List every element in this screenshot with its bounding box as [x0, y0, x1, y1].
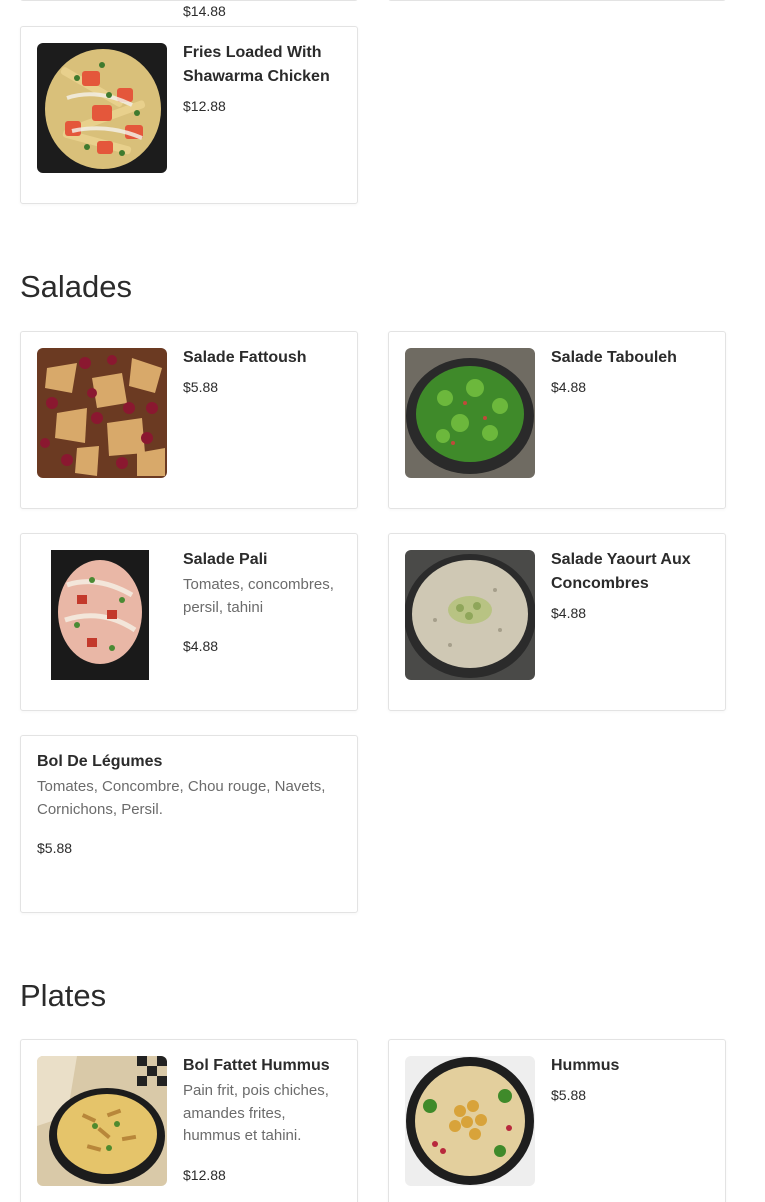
item-price: $5.88: [551, 1087, 587, 1103]
fattoush-photo: [37, 348, 167, 478]
item-name: Salade Yaourt Aux Concombres: [551, 551, 691, 592]
item-price: $12.88: [183, 98, 226, 114]
item-price: $14.88: [183, 3, 226, 19]
tabouleh-photo: [405, 348, 535, 478]
hummus-photo: [405, 1056, 535, 1186]
fattet-hummus-photo: [37, 1056, 167, 1186]
menu-item-card[interactable]: [388, 0, 726, 1]
pali-salad-photo: [37, 550, 167, 680]
item-price: $5.88: [37, 840, 73, 856]
menu-item-card[interactable]: Salade Fattoush $5.88: [20, 331, 358, 509]
loaded-fries-photo: [37, 43, 167, 173]
item-description: Tomates, concombres, persil, tahini: [183, 576, 334, 616]
menu-item-card[interactable]: Bol De Légumes Tomates, Concombre, Chou …: [20, 735, 358, 913]
menu-item-card[interactable]: Salade Tabouleh $4.88: [388, 331, 726, 509]
yogurt-cucumber-photo: [405, 550, 535, 680]
item-price: $4.88: [551, 605, 587, 621]
menu-item-card[interactable]: Salade Yaourt Aux Concombres $4.88: [388, 533, 726, 711]
item-price: $4.88: [551, 379, 587, 395]
item-description: Tomates, Concombre, Chou rouge, Navets, …: [37, 778, 326, 818]
item-price: $12.88: [183, 1166, 226, 1183]
item-price: $4.88: [183, 638, 219, 654]
item-name: Salade Fattoush: [183, 349, 307, 366]
item-name: Salade Tabouleh: [551, 349, 677, 366]
section-title-plates: Plates: [20, 978, 107, 1013]
section-title-salades: Salades: [20, 269, 133, 304]
item-name: Fries Loaded With Shawarma Chicken: [183, 44, 330, 85]
menu-item-card[interactable]: [20, 0, 358, 1]
item-name: Hummus: [551, 1057, 620, 1074]
item-price: $5.88: [183, 379, 219, 395]
menu-item-card[interactable]: Hummus $5.88: [388, 1039, 726, 1202]
item-name: Salade Pali: [183, 551, 268, 568]
item-name: Bol Fattet Hummus: [183, 1057, 330, 1074]
menu-item-card[interactable]: Bol Fattet Hummus Pain frit, pois chiche…: [20, 1039, 358, 1202]
menu-item-card[interactable]: Fries Loaded With Shawarma Chicken $12.8…: [20, 26, 358, 204]
menu-item-card[interactable]: Salade Pali Tomates, concombres, persil,…: [20, 533, 358, 711]
item-name: Bol De Légumes: [37, 753, 163, 770]
item-description: Pain frit, pois chiches, amandes frites,…: [183, 1082, 329, 1144]
